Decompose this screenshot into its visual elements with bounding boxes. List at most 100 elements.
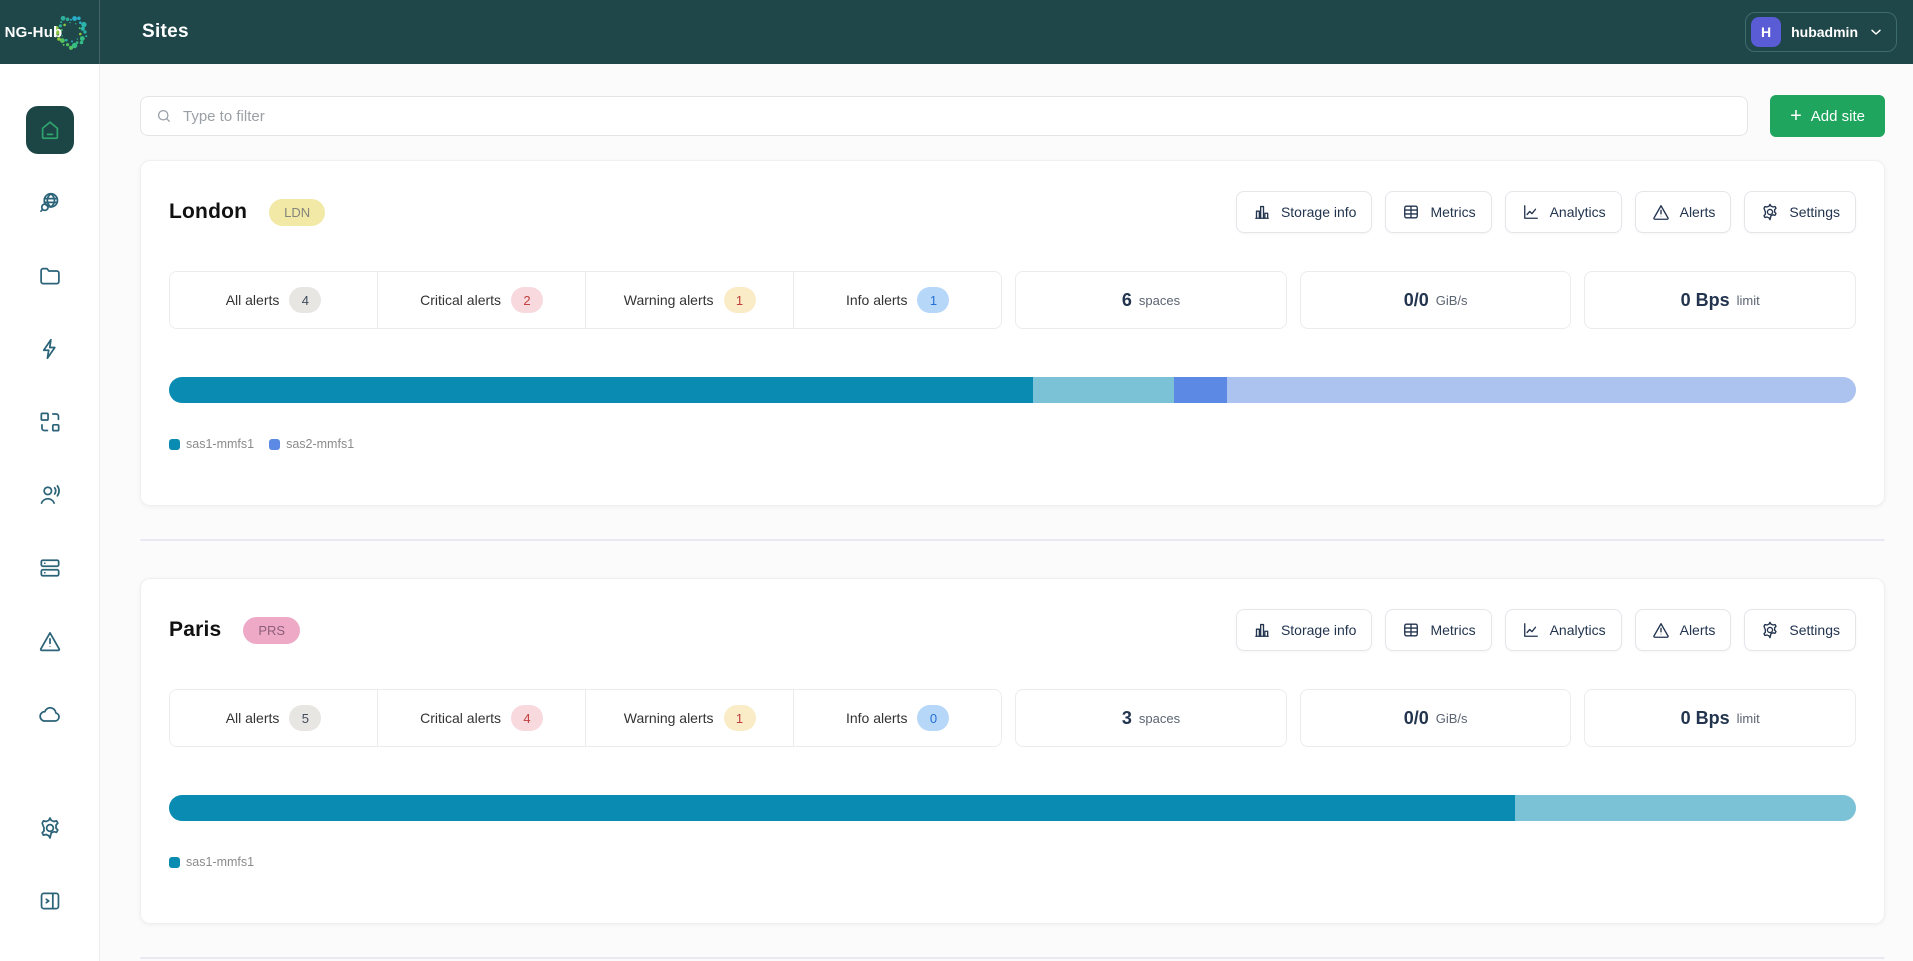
site-action-button[interactable]: Metrics [1385, 609, 1491, 651]
legend-label: sas2-mmfs1 [286, 437, 354, 451]
sidebar-item-home[interactable] [26, 106, 74, 154]
alert-label: All alerts [226, 292, 280, 308]
stat-value: 3 [1122, 708, 1132, 729]
user-voice-icon [37, 482, 63, 508]
stat-unit: limit [1737, 711, 1760, 726]
site-actions: Storage info Metrics Analytics Alerts Se… [1236, 191, 1856, 233]
page-title: Sites [142, 21, 189, 43]
site-action-button[interactable]: Settings [1744, 609, 1856, 651]
site-action-label: Settings [1789, 204, 1840, 220]
folder-icon [37, 263, 63, 289]
site-actions: Storage info Metrics Analytics Alerts Se… [1236, 609, 1856, 651]
warning-triangle-icon [1651, 202, 1671, 222]
usage-legend: sas1-mmfs1 sas2-mmfs1 [169, 437, 1856, 451]
alert-filter-cell[interactable]: Info alerts 0 [794, 690, 1001, 746]
usage-bar-segment [169, 795, 1515, 821]
sites-list: London LDN Storage info Metrics Analytic… [140, 160, 1885, 959]
alert-filter-cell[interactable]: All alerts 4 [170, 272, 378, 328]
alert-filter-cell[interactable]: Info alerts 1 [794, 272, 1001, 328]
site-action-button[interactable]: Alerts [1635, 191, 1732, 233]
alert-filter-cell[interactable]: All alerts 5 [170, 690, 378, 746]
alerts-group: All alerts 5 Critical alerts 4 Warning a… [169, 689, 1002, 747]
site-header: London LDN Storage info Metrics Analytic… [169, 191, 1856, 233]
sidebar-item-servers[interactable] [26, 544, 74, 592]
site-action-button[interactable]: Metrics [1385, 191, 1491, 233]
alert-filter-cell[interactable]: Warning alerts 1 [586, 690, 794, 746]
sidebar-item-cloud[interactable] [26, 690, 74, 738]
server-stack-icon [37, 555, 63, 581]
site-action-button[interactable]: Alerts [1635, 609, 1732, 651]
search-input[interactable] [183, 108, 1733, 125]
alert-label: Info alerts [846, 292, 907, 308]
sidebar-item-collapse[interactable] [26, 877, 74, 925]
user-menu[interactable]: H hubadmin [1745, 12, 1897, 52]
search-box [140, 96, 1748, 136]
usage-bar-segment [1174, 377, 1226, 403]
alert-filter-cell[interactable]: Critical alerts 2 [378, 272, 586, 328]
alerts-group: All alerts 4 Critical alerts 2 Warning a… [169, 271, 1002, 329]
scan-icon [37, 409, 63, 435]
alert-label: Warning alerts [624, 292, 714, 308]
stat-box: 3 spaces [1015, 689, 1287, 747]
legend-swatch [269, 439, 280, 450]
legend-label: sas1-mmfs1 [186, 437, 254, 451]
site-action-label: Analytics [1550, 622, 1606, 638]
sidebar-item-discovery[interactable] [26, 179, 74, 227]
bar-chart-icon [1252, 202, 1272, 222]
site-action-button[interactable]: Storage info [1236, 191, 1373, 233]
alert-filter-cell[interactable]: Critical alerts 4 [378, 690, 586, 746]
alert-count-badge: 0 [917, 705, 949, 731]
stat-box: 0/0 GiB/s [1300, 271, 1572, 329]
stat-unit: GiB/s [1436, 293, 1468, 308]
warning-triangle-icon [1651, 620, 1671, 640]
sidebar-item-folders[interactable] [26, 252, 74, 300]
site-action-label: Settings [1789, 622, 1840, 638]
site-name: Paris [169, 618, 221, 642]
stat-unit: spaces [1139, 293, 1180, 308]
alert-count-badge: 4 [511, 705, 543, 731]
legend-item: sas1-mmfs1 [169, 437, 254, 451]
stat-value: 0/0 [1404, 290, 1429, 311]
section-divider [140, 957, 1885, 959]
site-code-badge: LDN [269, 199, 325, 226]
collapse-panel-icon [37, 888, 63, 914]
site-action-button[interactable]: Analytics [1505, 609, 1622, 651]
stat-value: 0 Bps [1681, 708, 1730, 729]
app-header: NG-Hub Sites H hubadmin [0, 0, 1913, 64]
stat-box: 6 spaces [1015, 271, 1287, 329]
site-header: Paris PRS Storage info Metrics Analytics… [169, 609, 1856, 651]
avatar: H [1751, 17, 1781, 47]
section-divider [140, 539, 1885, 541]
sidebar-bottom [26, 804, 74, 925]
sidebar-item-alerts[interactable] [26, 617, 74, 665]
site-action-button[interactable]: Storage info [1236, 609, 1373, 651]
alert-filter-cell[interactable]: Warning alerts 1 [586, 272, 794, 328]
lightning-icon [37, 336, 63, 362]
stat-box: 0 Bps limit [1584, 689, 1856, 747]
site-code-badge: PRS [243, 617, 300, 644]
plus-icon: + [1790, 106, 1802, 126]
site-action-label: Analytics [1550, 204, 1606, 220]
alert-count-badge: 1 [724, 705, 756, 731]
alert-label: All alerts [226, 710, 280, 726]
alert-count-badge: 1 [724, 287, 756, 313]
sidebar-item-users[interactable] [26, 471, 74, 519]
stat-unit: spaces [1139, 711, 1180, 726]
stat-box: 0 Bps limit [1584, 271, 1856, 329]
cloud-icon [37, 701, 63, 727]
sidebar-item-topology[interactable] [26, 398, 74, 446]
site-action-button[interactable]: Settings [1744, 191, 1856, 233]
alert-label: Critical alerts [420, 710, 501, 726]
sidebar-item-events[interactable] [26, 325, 74, 373]
add-site-button[interactable]: + Add site [1770, 95, 1885, 137]
stat-value: 0 Bps [1681, 290, 1730, 311]
site-action-button[interactable]: Analytics [1505, 191, 1622, 233]
alert-label: Info alerts [846, 710, 907, 726]
line-chart-icon [1521, 620, 1541, 640]
site-action-label: Alerts [1680, 622, 1716, 638]
sidebar-item-settings[interactable] [26, 804, 74, 852]
usage-bar-segment [1227, 377, 1856, 403]
user-name: hubadmin [1791, 24, 1858, 40]
table-icon [1401, 620, 1421, 640]
alert-label: Critical alerts [420, 292, 501, 308]
